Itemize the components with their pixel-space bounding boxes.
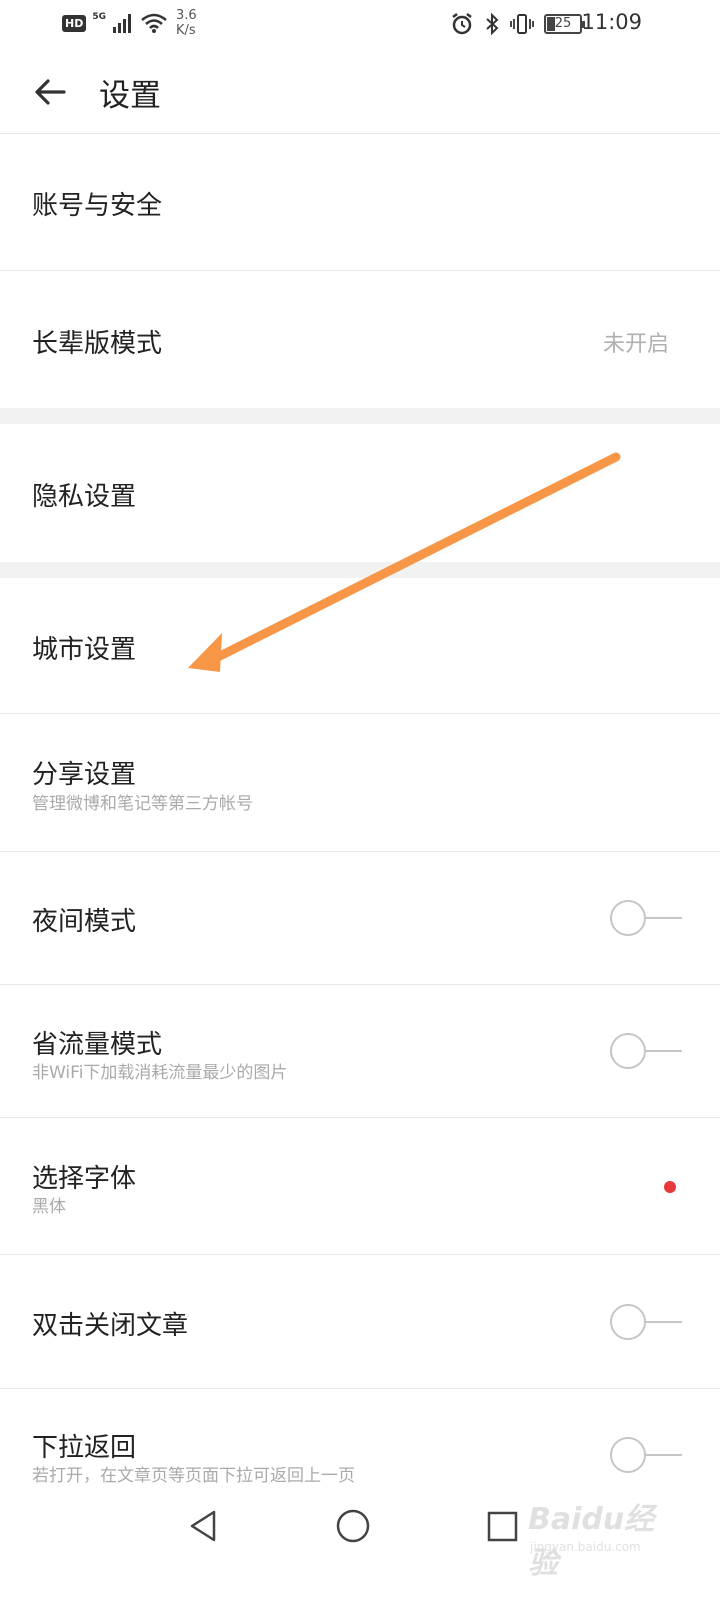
- settings-item-label: 选择字体: [32, 1164, 137, 1194]
- square-recents-icon: [487, 1511, 518, 1542]
- network-type: 5G: [92, 12, 106, 22]
- pull-back-toggle[interactable]: [610, 1437, 682, 1473]
- section-divider: [0, 408, 720, 424]
- settings-item-subtitle: 非WiFi下加载消耗流量最少的图片: [32, 1063, 288, 1083]
- back-button[interactable]: [30, 72, 70, 112]
- back-arrow-icon: [35, 79, 66, 105]
- night-mode-toggle[interactable]: [610, 900, 682, 936]
- settings-item-privacy[interactable]: 隐私设置: [0, 424, 720, 562]
- settings-item-elder-mode[interactable]: 长辈版模式 未开启: [0, 271, 720, 408]
- app-header: 设置: [0, 50, 720, 134]
- wifi-icon: [141, 13, 167, 33]
- nav-home-button[interactable]: [331, 1504, 375, 1548]
- settings-item-account-security[interactable]: 账号与安全: [0, 135, 720, 271]
- vibrate-icon: [510, 14, 534, 34]
- signal-icon: [113, 14, 131, 33]
- settings-item-double-tap-close[interactable]: 双击关闭文章: [0, 1255, 720, 1389]
- settings-item-subtitle: 管理微博和笔记等第三方帐号: [32, 794, 253, 814]
- page-title: 设置: [99, 78, 161, 114]
- settings-item-label: 长辈版模式: [32, 329, 163, 359]
- watermark-domain: jingyan.baidu.com: [530, 1540, 641, 1554]
- watermark-brand: Baidu经验: [528, 1502, 655, 1581]
- speed-value: 3.6: [176, 8, 197, 23]
- settings-item-city[interactable]: 城市设置: [0, 578, 720, 714]
- settings-item-label: 夜间模式: [32, 907, 137, 937]
- nav-back-button[interactable]: [182, 1504, 226, 1548]
- bluetooth-icon: [486, 12, 499, 36]
- settings-item-label: 分享设置: [32, 760, 137, 790]
- settings-item-subtitle: 黑体: [32, 1197, 66, 1217]
- speed-unit: K/s: [176, 23, 196, 38]
- settings-item-label: 省流量模式: [32, 1030, 163, 1060]
- triangle-back-icon: [190, 1510, 216, 1542]
- data-saver-toggle[interactable]: [610, 1033, 682, 1069]
- nav-recents-button[interactable]: [480, 1504, 524, 1548]
- status-bar: HD 5G 3.6 K/s 25 11:09: [0, 0, 720, 50]
- battery-indicator: 25: [544, 14, 585, 34]
- section-divider: [0, 562, 720, 578]
- baidu-watermark: Baidu经验 jingyan.baidu.com: [522, 1490, 672, 1581]
- hd-badge: HD: [62, 14, 87, 32]
- circle-home-icon: [336, 1509, 370, 1543]
- alarm-icon: [452, 13, 472, 35]
- status-left: HD 5G 3.6 K/s: [62, 8, 197, 38]
- settings-item-label: 下拉返回: [32, 1433, 137, 1463]
- clock: 11:09: [581, 10, 642, 34]
- network-speed: 3.6 K/s: [176, 8, 197, 38]
- settings-item-font[interactable]: 选择字体 黑体: [0, 1118, 720, 1255]
- elder-mode-status: 未开启: [602, 332, 669, 357]
- new-badge-dot: [664, 1181, 676, 1193]
- double-tap-close-toggle[interactable]: [610, 1304, 682, 1340]
- settings-item-label: 城市设置: [32, 635, 137, 665]
- settings-item-label: 隐私设置: [32, 482, 137, 512]
- settings-item-label: 双击关闭文章: [32, 1311, 189, 1341]
- settings-item-night-mode[interactable]: 夜间模式: [0, 852, 720, 985]
- settings-item-subtitle: 若打开，在文章页等页面下拉可返回上一页: [32, 1466, 355, 1486]
- settings-item-label: 账号与安全: [32, 191, 163, 221]
- status-right: 25: [450, 12, 585, 36]
- settings-item-pull-back[interactable]: 下拉返回 若打开，在文章页等页面下拉可返回上一页: [0, 1389, 720, 1489]
- battery-level: 25: [554, 16, 572, 31]
- settings-item-share[interactable]: 分享设置 管理微博和笔记等第三方帐号: [0, 714, 720, 852]
- settings-item-data-saver[interactable]: 省流量模式 非WiFi下加载消耗流量最少的图片: [0, 985, 720, 1118]
